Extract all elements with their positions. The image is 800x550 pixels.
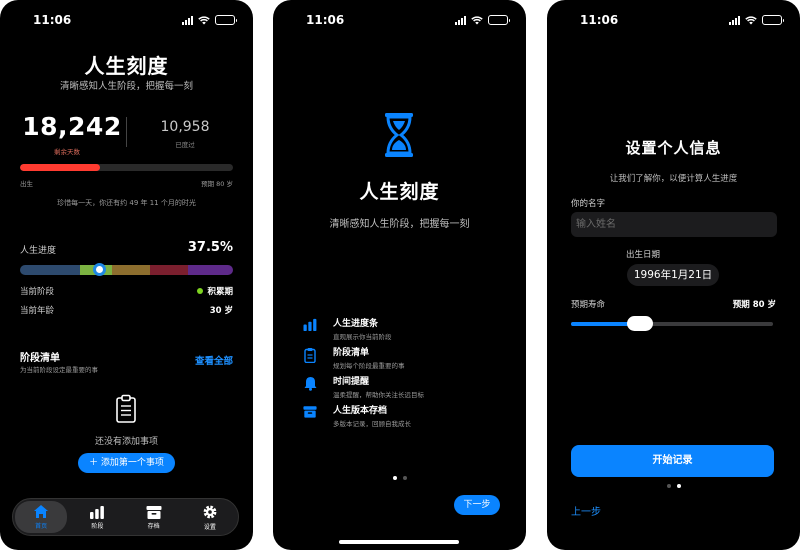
- home-icon: [34, 505, 49, 518]
- page-indicator: [273, 476, 526, 480]
- age-label: 当前年龄: [20, 306, 55, 316]
- life-progress-bar: [20, 164, 233, 171]
- life-slider-thumb[interactable]: [626, 316, 653, 331]
- clipboard-icon: [304, 348, 316, 363]
- progress-label: 人生进度: [20, 246, 57, 256]
- app-title: 人生刻度: [84, 54, 169, 78]
- life-progress-fill: [20, 164, 100, 171]
- bar-end-label: 预期 80 岁: [201, 180, 233, 188]
- progress-value: 37.5%: [187, 240, 233, 255]
- feature-title: 时间提醒: [333, 377, 370, 387]
- battery-icon: [488, 15, 510, 25]
- life-value: 预期 80 岁: [732, 300, 776, 310]
- home-screen: 11:06 人生刻度 清晰感知人生阶段，把握每一刻 18,242 剩余天数 10…: [0, 0, 253, 550]
- feature-desc: 温柔提醒，帮助你关注长远目标: [333, 391, 424, 399]
- stage-knob: [93, 263, 106, 276]
- onboard-title: 人生刻度: [359, 181, 440, 203]
- feature-desc: 直观展示你当前阶段: [333, 333, 392, 341]
- battery-icon: [215, 15, 237, 25]
- signal-icon: [455, 15, 466, 25]
- name-field[interactable]: [571, 212, 777, 237]
- tab-home[interactable]: 首页: [15, 501, 68, 533]
- setup-title: 设置个人信息: [625, 139, 722, 157]
- feature-desc: 多版本记录，回顾自我成长: [333, 420, 411, 428]
- hourglass-icon: [385, 113, 413, 157]
- battery-icon: [762, 15, 784, 25]
- bar-chart-icon: [90, 505, 105, 519]
- tab-bar: 首页 阶段 存档 设置: [12, 498, 239, 536]
- status-bar: 11:06: [0, 13, 253, 29]
- tab-home-label: 首页: [35, 523, 48, 530]
- feature-item: 人生版本存档多版本记录，回顾自我成长: [301, 403, 506, 428]
- signal-icon: [182, 15, 193, 25]
- list-title: 阶段清单: [20, 353, 60, 364]
- setup-screen: 11:06 设置个人信息 让我们了解你，以便计算人生进度 你的名字 出生日期 1…: [547, 0, 800, 550]
- feature-item: 阶段清单规划每个阶段最重要的事: [301, 345, 506, 370]
- name-label: 你的名字: [571, 199, 606, 209]
- gear-icon: [203, 505, 217, 518]
- name-input[interactable]: [571, 212, 777, 237]
- bell-icon: [304, 377, 316, 391]
- signal-icon: [729, 15, 740, 25]
- app-subtitle: 清晰感知人生阶段，把握每一刻: [59, 81, 193, 92]
- tab-settings[interactable]: 设置: [184, 501, 236, 533]
- feature-desc: 规划每个阶段最重要的事: [333, 362, 405, 370]
- stage-value: 积累期: [207, 287, 233, 297]
- tab-stages-label: 阶段: [91, 522, 104, 530]
- home-indicator: [339, 540, 459, 544]
- back-link[interactable]: 上一步: [571, 503, 601, 518]
- wifi-icon: [745, 15, 757, 24]
- start-button[interactable]: 开始记录: [571, 445, 774, 477]
- birth-date-picker[interactable]: 1996年1月21日: [627, 264, 719, 286]
- archive-icon: [303, 406, 317, 418]
- tab-archive-label: 存档: [147, 522, 160, 530]
- life-slider[interactable]: [571, 322, 773, 326]
- feature-item: 时间提醒温柔提醒，帮助你关注长远目标: [301, 374, 506, 399]
- remaining-days-value: 18,242: [22, 112, 122, 141]
- stage-dot: [197, 288, 204, 294]
- remaining-days-label: 剩余天数: [54, 148, 80, 156]
- onboarding-screen: 11:06 人生刻度 清晰感知人生阶段，把握每一刻 人生进度条直观展示你当前阶段…: [273, 0, 526, 550]
- stage-progress-bar: [20, 265, 233, 275]
- status-bar: 11:06: [547, 13, 800, 29]
- next-button[interactable]: 下一步: [454, 495, 500, 515]
- life-label: 预期寿命: [571, 300, 606, 310]
- wifi-icon: [198, 15, 210, 24]
- age-value: 30 岁: [209, 306, 233, 316]
- feature-title: 人生进度条: [333, 319, 379, 329]
- tab-stages[interactable]: 阶段: [71, 501, 123, 533]
- tab-settings-label: 设置: [203, 523, 216, 531]
- status-time: 11:06: [306, 13, 345, 27]
- lived-days-value: 10,958: [160, 119, 210, 135]
- list-subtitle: 为当前阶段设定最重要的事: [20, 366, 98, 374]
- wifi-icon: [471, 15, 483, 24]
- onboard-subtitle: 清晰感知人生阶段，把握每一刻: [329, 219, 470, 230]
- feature-title: 人生版本存档: [333, 406, 388, 416]
- empty-text: 还没有添加事项: [94, 437, 158, 447]
- cherish-text: 珍惜每一天，你还有约 49 年 11 个月的时光: [57, 199, 196, 207]
- clipboard-icon: [116, 394, 136, 423]
- tab-archive[interactable]: 存档: [128, 501, 180, 533]
- feature-item: 人生进度条直观展示你当前阶段: [301, 316, 506, 341]
- status-time: 11:06: [33, 13, 72, 27]
- divider: [126, 117, 127, 147]
- birth-label: 出生日期: [626, 250, 661, 260]
- bar-chart-icon: [303, 318, 317, 331]
- status-bar: 11:06: [273, 13, 526, 29]
- lived-days-label: 已度过: [175, 141, 195, 149]
- archive-icon: [146, 505, 162, 519]
- add-item-button[interactable]: ＋ 添加第一个事项: [78, 453, 175, 473]
- page-indicator: [547, 484, 800, 488]
- status-time: 11:06: [580, 13, 619, 27]
- feature-title: 阶段清单: [333, 348, 370, 358]
- view-all-link[interactable]: 查看全部: [195, 353, 233, 367]
- setup-subtitle: 让我们了解你，以便计算人生进度: [609, 174, 738, 184]
- bar-start-label: 出生: [20, 180, 33, 188]
- stage-label: 当前阶段: [20, 287, 55, 297]
